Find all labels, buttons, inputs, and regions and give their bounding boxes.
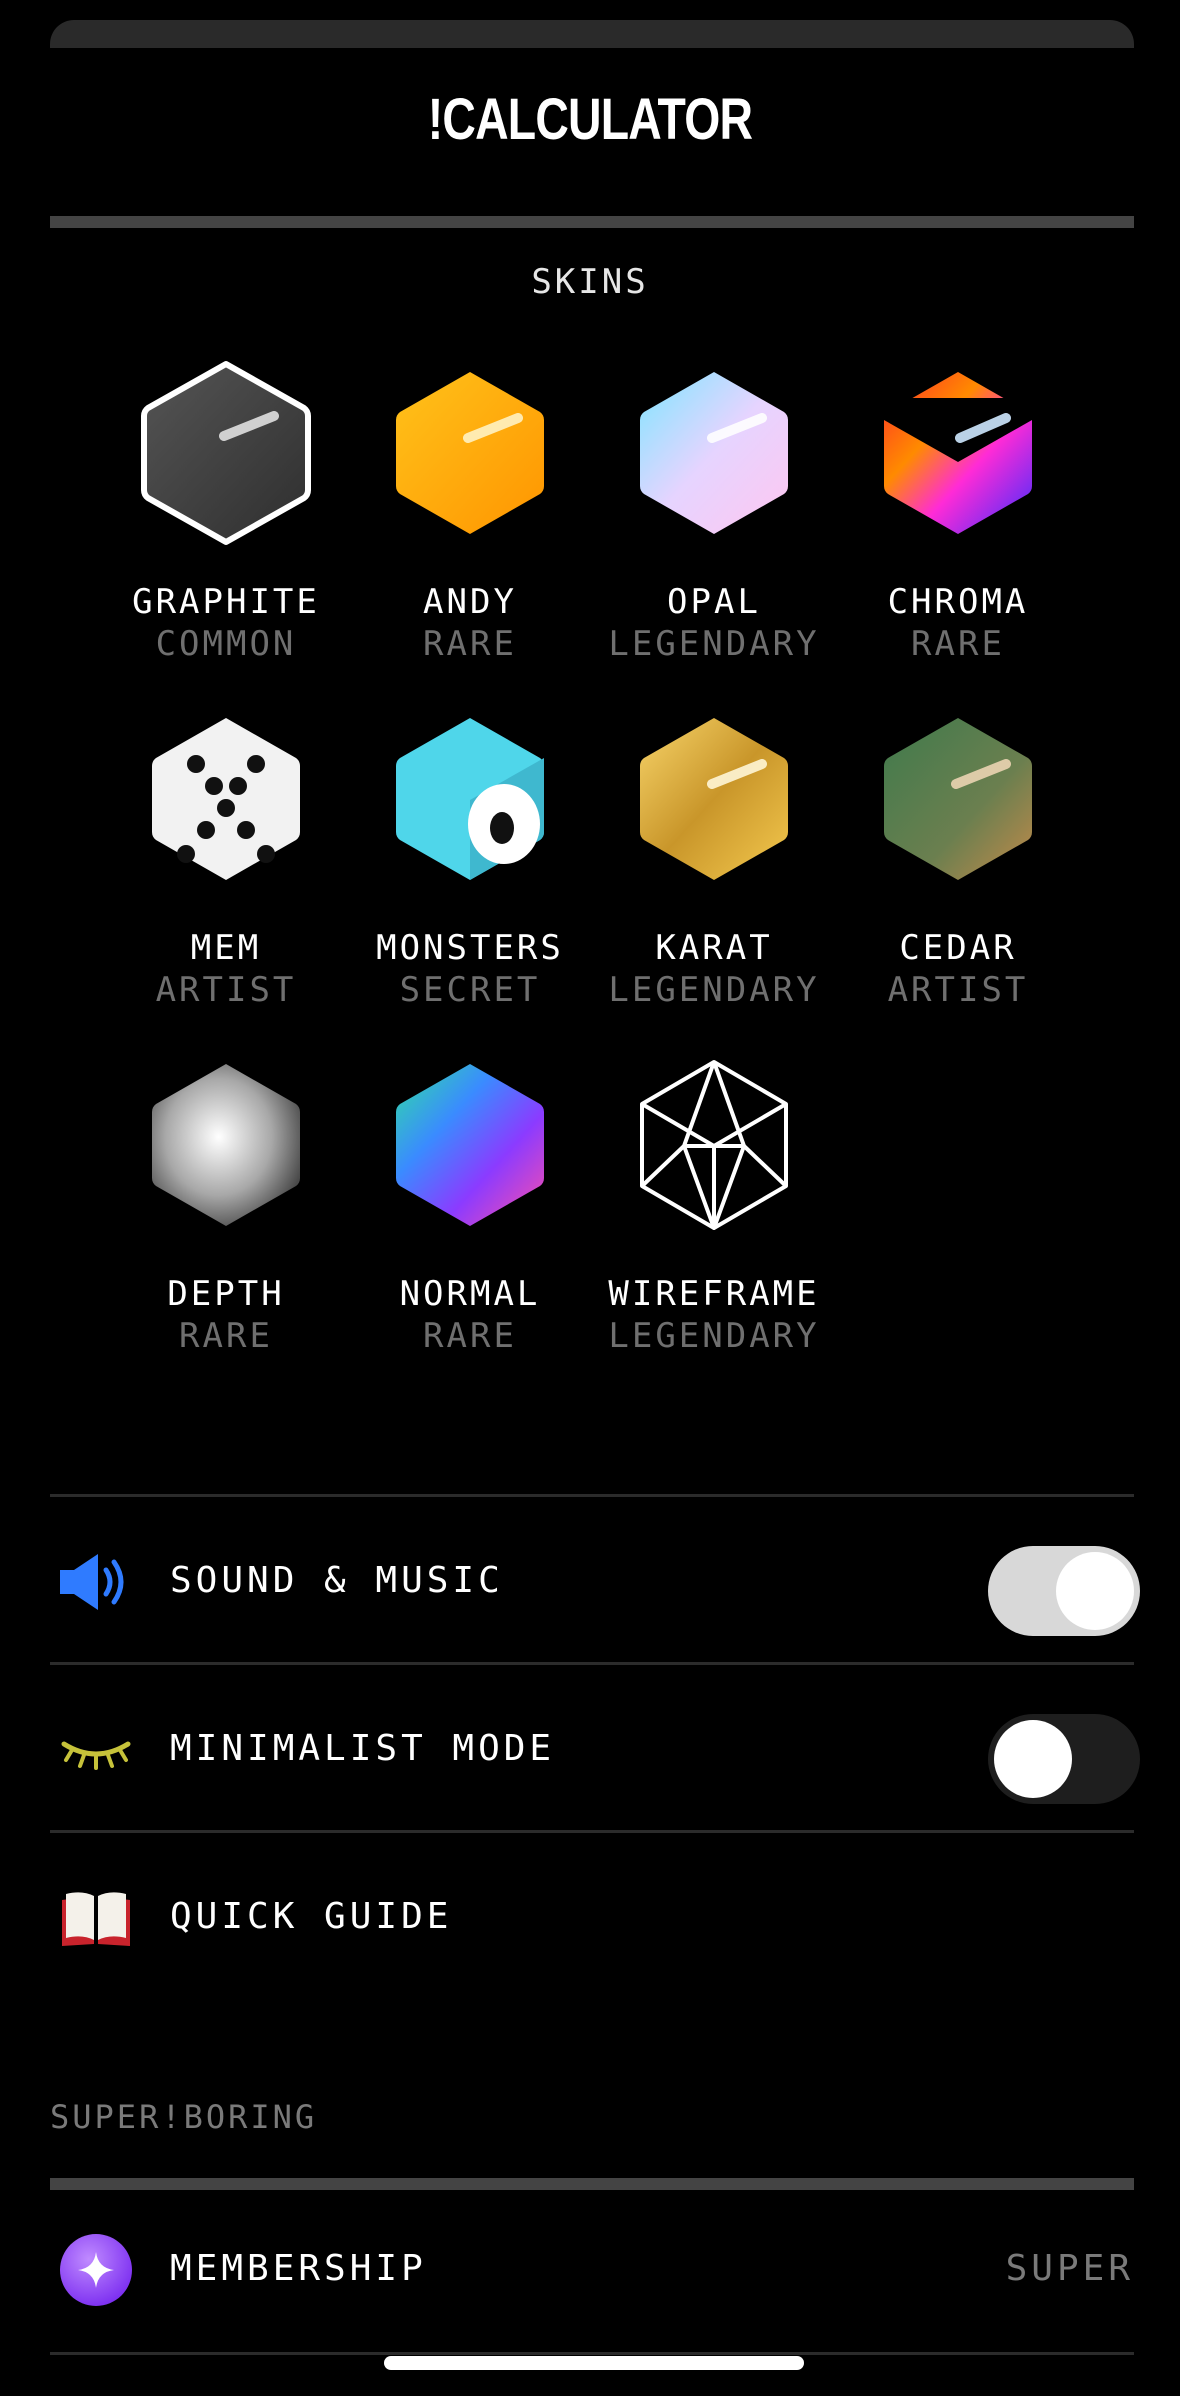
- sparkle-icon: [58, 2234, 134, 2306]
- skin-name: NORMAL: [399, 1274, 541, 1314]
- skin-rarity: RARE: [179, 1316, 273, 1356]
- skin-name: CHROMA: [887, 582, 1029, 622]
- skin-rarity: RARE: [423, 1316, 517, 1356]
- sound-music-toggle[interactable]: [988, 1546, 1140, 1636]
- opal-skin-icon: [640, 372, 788, 534]
- skin-name: CEDAR: [899, 928, 1017, 968]
- group-divider: [50, 2178, 1134, 2190]
- normal-skin-icon: [396, 1064, 544, 1226]
- sound-music-row[interactable]: SOUND & MUSIC: [50, 1522, 1140, 1642]
- skin-graphite[interactable]: GRAPHITE COMMON: [104, 358, 348, 664]
- skin-andy[interactable]: ANDY RARE: [348, 358, 592, 664]
- sheet-grabber[interactable]: [50, 20, 1134, 48]
- skin-name: MEM: [190, 928, 262, 968]
- skin-rarity: ARTIST: [887, 970, 1029, 1010]
- skin-rarity: SECRET: [399, 970, 541, 1010]
- superboring-group-label: SUPER!BORING: [50, 2098, 318, 2136]
- app-title: !CALCULATOR: [427, 87, 753, 152]
- closed-eye-icon: [58, 1718, 134, 1782]
- skin-rarity: LEGENDARY: [608, 1316, 820, 1356]
- skin-opal[interactable]: OPAL LEGENDARY: [592, 358, 836, 664]
- skin-wireframe[interactable]: WIREFRAME LEGENDARY: [592, 1050, 836, 1356]
- skin-name: ANDY: [423, 582, 517, 622]
- divider: [50, 1830, 1134, 1833]
- skin-name: OPAL: [667, 582, 761, 622]
- depth-skin-icon: [152, 1064, 300, 1226]
- speaker-icon: [58, 1550, 134, 1614]
- minimalist-mode-label: MINIMALIST MODE: [170, 1728, 556, 1769]
- skin-name: WIREFRAME: [608, 1274, 820, 1314]
- skin-rarity: RARE: [423, 624, 517, 664]
- membership-value: SUPER: [1005, 2248, 1134, 2289]
- graphite-skin-icon: [141, 361, 311, 545]
- quick-guide-label: QUICK GUIDE: [170, 1896, 453, 1937]
- skin-rarity: LEGENDARY: [608, 624, 820, 664]
- chroma-skin-icon: [884, 372, 1032, 534]
- quick-guide-row[interactable]: QUICK GUIDE: [50, 1858, 1134, 1978]
- home-indicator[interactable]: [384, 2356, 804, 2370]
- skin-mem[interactable]: MEM ARTIST: [104, 704, 348, 1010]
- skin-depth[interactable]: DEPTH RARE: [104, 1050, 348, 1356]
- monsters-skin-icon: [396, 718, 544, 880]
- skins-section-title: SKINS: [531, 262, 649, 302]
- skin-rarity: COMMON: [155, 624, 297, 664]
- minimalist-mode-row[interactable]: MINIMALIST MODE: [50, 1690, 1140, 1810]
- membership-label: MEMBERSHIP: [170, 2248, 427, 2289]
- wireframe-skin-icon: [640, 1060, 788, 1230]
- andy-skin-icon: [396, 372, 544, 534]
- skin-rarity: RARE: [911, 624, 1005, 664]
- skin-monsters[interactable]: MONSTERS SECRET: [348, 704, 592, 1010]
- skin-karat[interactable]: KARAT LEGENDARY: [592, 704, 836, 1010]
- skin-name: DEPTH: [167, 1274, 285, 1314]
- skin-normal[interactable]: NORMAL RARE: [348, 1050, 592, 1356]
- membership-row[interactable]: MEMBERSHIP SUPER: [50, 2210, 1134, 2330]
- mem-skin-icon: [152, 718, 300, 880]
- skin-name: KARAT: [655, 928, 773, 968]
- sound-music-label: SOUND & MUSIC: [170, 1560, 504, 1601]
- skin-rarity: ARTIST: [155, 970, 297, 1010]
- skin-name: GRAPHITE: [132, 582, 320, 622]
- book-icon: [58, 1886, 134, 1950]
- skin-cedar[interactable]: CEDAR ARTIST: [836, 704, 1080, 1010]
- skin-chroma[interactable]: CHROMA RARE: [836, 358, 1080, 664]
- minimalist-mode-toggle[interactable]: [988, 1714, 1140, 1804]
- header-divider: [50, 216, 1134, 228]
- divider: [50, 1662, 1134, 1665]
- divider: [50, 1494, 1134, 1497]
- divider: [50, 2352, 1134, 2355]
- cedar-skin-icon: [884, 718, 1032, 880]
- skin-rarity: LEGENDARY: [608, 970, 820, 1010]
- karat-skin-icon: [640, 718, 788, 880]
- skin-name: MONSTERS: [376, 928, 564, 968]
